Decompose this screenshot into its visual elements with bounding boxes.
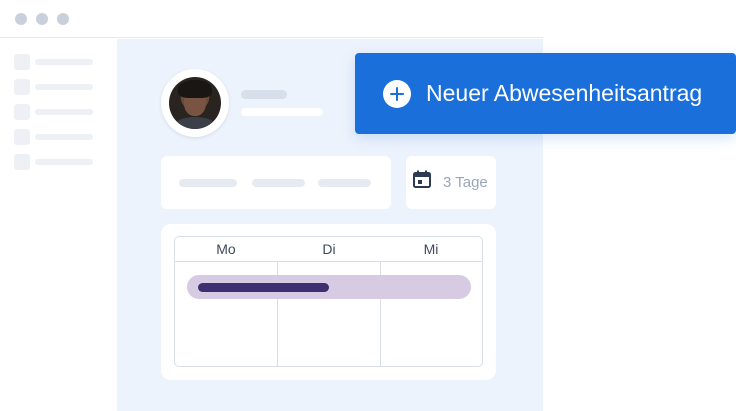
field-placeholder <box>252 179 305 187</box>
window-dot-icon[interactable] <box>36 13 48 25</box>
avatar[interactable] <box>161 69 229 137</box>
calendar-grid: Mo Di Mi <box>174 236 483 367</box>
sidebar <box>0 39 117 411</box>
field-placeholder <box>318 179 371 187</box>
sidebar-item-icon <box>14 129 30 145</box>
window-dot-icon[interactable] <box>57 13 69 25</box>
calendar-column-label: Mo <box>216 241 236 257</box>
absence-type-field[interactable] <box>161 156 391 209</box>
employee-role-placeholder <box>241 108 323 116</box>
calendar-column-label: Di <box>322 241 336 257</box>
calendar-column-label: Mi <box>423 241 439 257</box>
sidebar-item-placeholder <box>35 134 93 140</box>
sidebar-item[interactable] <box>14 54 104 70</box>
calendar-icon <box>413 170 431 188</box>
sidebar-item-placeholder <box>35 59 93 65</box>
sidebar-item-icon <box>14 104 30 120</box>
calendar-header: Mo Di Mi <box>175 237 482 262</box>
employee-name-placeholder <box>241 90 287 99</box>
duration-label: 3 Tage <box>443 174 488 191</box>
window-titlebar <box>0 0 543 38</box>
sidebar-item[interactable] <box>14 129 104 145</box>
user-avatar-icon <box>169 77 221 129</box>
new-absence-request-button[interactable]: Neuer Abwesenheitsantrag <box>355 53 736 134</box>
sidebar-item[interactable] <box>14 104 104 120</box>
sidebar-item-icon <box>14 54 30 70</box>
sidebar-item-placeholder <box>35 159 93 165</box>
sidebar-item[interactable] <box>14 154 104 170</box>
sidebar-item-placeholder <box>35 109 93 115</box>
new-absence-request-label: Neuer Abwesenheitsantrag <box>426 80 703 106</box>
sidebar-item[interactable] <box>14 79 104 95</box>
sidebar-item-placeholder <box>35 84 93 90</box>
field-placeholder <box>179 179 237 187</box>
window-dot-icon[interactable] <box>15 13 27 25</box>
calendar-card: Mo Di Mi <box>161 224 496 380</box>
absence-bar[interactable] <box>187 275 471 299</box>
absence-bar-fill <box>198 283 329 292</box>
plus-circle-icon <box>383 80 411 108</box>
sidebar-item-icon <box>14 79 30 95</box>
duration-field[interactable]: 3 Tage <box>406 156 496 209</box>
sidebar-item-icon <box>14 154 30 170</box>
